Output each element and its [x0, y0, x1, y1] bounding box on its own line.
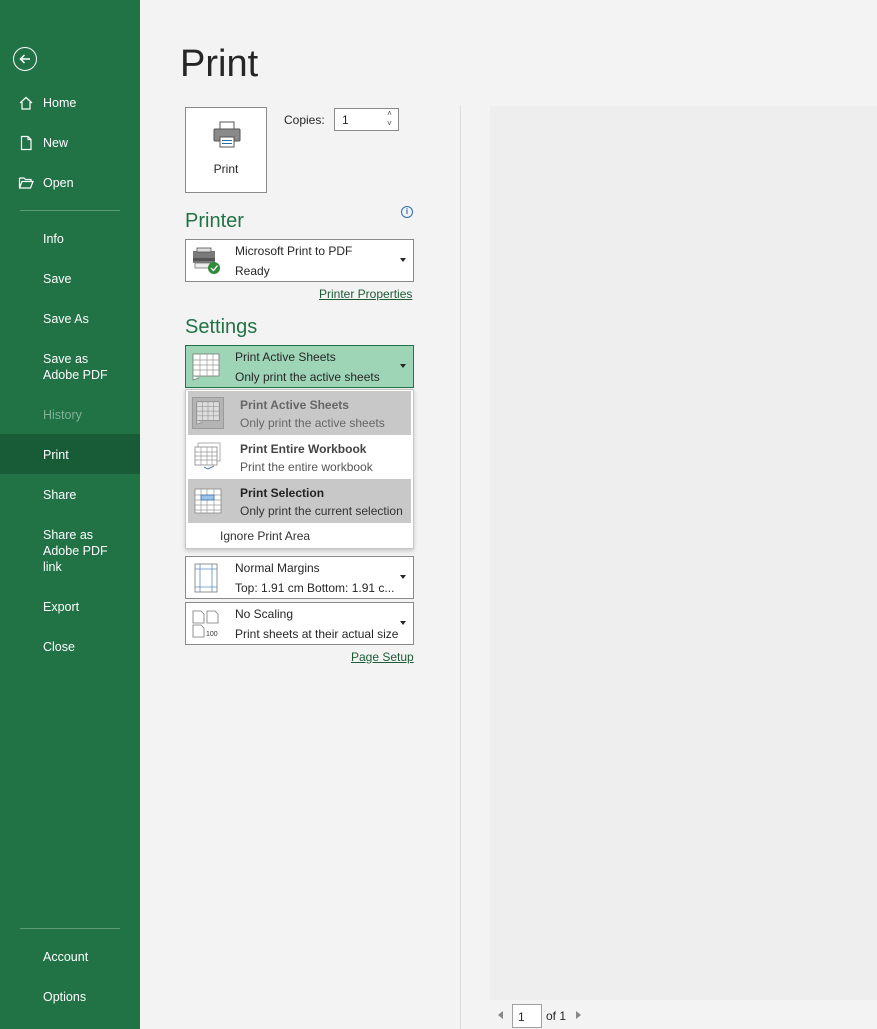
sidebar-item-label: Share as Adobe PDF link [43, 528, 108, 574]
menu-item-title: Print Active Sheets [240, 398, 349, 412]
sidebar-item-open[interactable]: Open [0, 175, 140, 191]
menu-item-ignore-print-area[interactable]: Ignore Print Area [220, 529, 310, 543]
menu-item-title: Print Selection [240, 486, 325, 500]
printer-section-title: Printer [185, 210, 244, 232]
sidebar-item-share[interactable]: Share [0, 487, 140, 503]
workbook-icon [194, 442, 221, 470]
sidebar-separator [20, 210, 120, 211]
menu-item-subtitle: Only print the current selection [240, 504, 403, 518]
svg-text:100: 100 [206, 631, 218, 638]
menu-item-subtitle: Only print the active sheets [240, 416, 385, 430]
sidebar-item-share-adobe-pdf-link[interactable]: Share as Adobe PDF link [0, 527, 140, 575]
sidebar-item-label: Options [43, 990, 87, 1004]
chevron-down-icon [400, 621, 406, 625]
sidebar-item-close[interactable]: Close [0, 639, 140, 655]
printer-name: Microsoft Print to PDF [235, 244, 353, 258]
sidebar-item-label: New [43, 136, 69, 150]
sidebar-item-label: Close [43, 640, 75, 654]
sidebar-item-export[interactable]: Export [0, 599, 140, 615]
scaling-subtitle: Print sheets at their actual size [235, 627, 399, 641]
sidebar-item-label: Print [43, 448, 69, 462]
printer-ready-icon [193, 247, 220, 274]
sidebar-item-label: Info [43, 232, 64, 246]
sidebar-item-new[interactable]: New [0, 135, 140, 151]
sidebar-separator [20, 928, 120, 929]
menu-item-print-active-sheets[interactable]: Print Active Sheets Only print the activ… [188, 391, 411, 435]
new-document-icon [20, 135, 32, 151]
margins-icon [194, 563, 218, 593]
sidebar-item-save[interactable]: Save [0, 271, 140, 287]
sidebar-item-label: History [43, 408, 82, 422]
print-what-menu: Print Active Sheets Only print the activ… [185, 389, 414, 549]
margins-title: Normal Margins [235, 561, 320, 575]
menu-item-print-entire-workbook[interactable]: Print Entire Workbook Print the entire w… [188, 435, 411, 479]
spin-up-icon[interactable]: ˄ [382, 109, 397, 119]
copies-label: Copies: [284, 113, 325, 127]
preview-divider [460, 106, 461, 1029]
printer-dropdown[interactable]: Microsoft Print to PDF Ready [185, 239, 414, 282]
active-sheets-icon [192, 397, 224, 429]
sidebar-item-save-as[interactable]: Save As [0, 311, 140, 327]
menu-item-title: Print Entire Workbook [240, 442, 367, 456]
sidebar-item-save-as-adobe-pdf[interactable]: Save as Adobe PDF [0, 351, 140, 383]
chevron-down-icon [400, 575, 406, 579]
open-folder-icon [18, 177, 34, 189]
sidebar-item-label: Export [43, 600, 80, 614]
scaling-title: No Scaling [235, 607, 294, 621]
chevron-down-icon [400, 364, 406, 368]
print-button-label: Print [213, 162, 239, 176]
spin-down-icon[interactable]: ˅ [382, 119, 397, 129]
page-count: of 1 [546, 1009, 567, 1023]
sidebar-item-label: Share [43, 488, 77, 502]
sidebar-item-options[interactable]: Options [0, 989, 140, 1005]
selection-icon [194, 488, 222, 514]
sidebar-item-home[interactable]: Home [0, 95, 140, 111]
print-preview [490, 106, 877, 1000]
page-title: Print [180, 43, 259, 85]
printer-icon [213, 121, 241, 148]
sidebar-item-label: Save As [43, 312, 89, 326]
scaling-icon: 100 [192, 610, 219, 638]
printer-status: Ready [235, 264, 270, 278]
print-what-dropdown[interactable]: Print Active Sheets Only print the activ… [185, 345, 414, 388]
scaling-dropdown[interactable]: 100 No Scaling Print sheets at their act… [185, 602, 414, 645]
print-what-title: Print Active Sheets [235, 350, 336, 364]
chevron-down-icon [400, 258, 406, 262]
backstage-sidebar: Home New Open Info Save Save As Save as … [0, 0, 140, 1029]
menu-item-subtitle: Print the entire workbook [240, 460, 373, 474]
info-icon[interactable]: i [401, 206, 413, 218]
sidebar-item-print[interactable]: Print [0, 434, 140, 474]
sidebar-item-history: History [0, 407, 140, 423]
settings-section-title: Settings [185, 316, 258, 338]
sheets-grid-icon [192, 353, 220, 381]
printer-properties-link[interactable]: Printer Properties [319, 287, 412, 301]
sidebar-item-label: Open [43, 176, 74, 190]
home-icon [19, 96, 33, 110]
print-what-subtitle: Only print the active sheets [235, 370, 380, 384]
sidebar-item-info[interactable]: Info [0, 231, 140, 247]
sidebar-item-label: Save as Adobe PDF [43, 352, 108, 382]
margins-subtitle: Top: 1.91 cm Bottom: 1.91 c... [235, 581, 395, 595]
sidebar-item-label: Home [43, 96, 77, 110]
page-number-input[interactable]: 1 [512, 1004, 542, 1028]
next-page-icon[interactable] [576, 1011, 581, 1019]
copies-stepper[interactable]: ˄ ˅ [382, 109, 397, 130]
menu-item-print-selection[interactable]: Print Selection Only print the current s… [188, 479, 411, 523]
sidebar-item-label: Account [43, 950, 89, 964]
margins-dropdown[interactable]: Normal Margins Top: 1.91 cm Bottom: 1.91… [185, 556, 414, 599]
prev-page-icon[interactable] [498, 1011, 503, 1019]
sidebar-item-label: Save [43, 272, 72, 286]
back-arrow-icon[interactable] [13, 47, 37, 71]
print-button[interactable]: Print [185, 107, 267, 193]
sidebar-item-account[interactable]: Account [0, 949, 140, 965]
page-setup-link[interactable]: Page Setup [351, 650, 414, 664]
